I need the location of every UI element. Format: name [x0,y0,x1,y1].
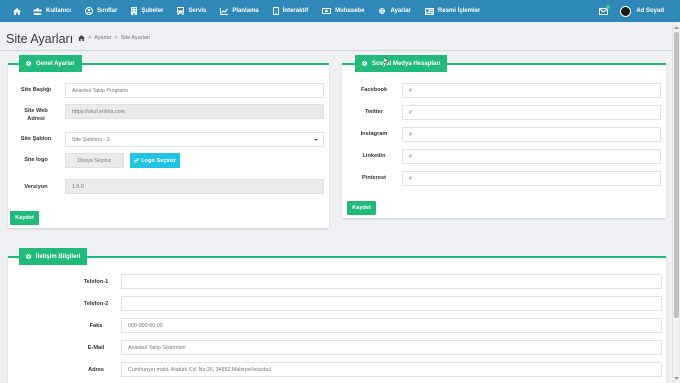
facebook-label: Facebook [360,87,388,93]
facebook-input[interactable]: # [402,83,661,98]
chart-line-icon [220,7,229,15]
messages-button[interactable] [596,4,611,18]
address-input[interactable]: Cumhuriyet mahi, Atatürk Cd. No:26, 3485… [121,362,662,377]
nav-label: Resmi İşlemler [437,8,481,14]
panel-title: Genel Ayarlar [36,60,75,67]
breadcrumb-separator: > [114,35,118,41]
building-icon [131,7,138,15]
breadcrumb: > Ayarlar > Site Ayarları [78,35,150,41]
nav-item-resmi-islemler[interactable]: Resmi İşlemler [418,0,487,22]
label-line: Site Web [24,108,48,114]
version-input[interactable]: 1.5.0 [65,179,324,194]
scroll-thumb[interactable] [674,32,679,318]
nav-item-servis[interactable]: Servis [170,0,213,22]
panel-title: İletişim Bilgileri [36,253,81,260]
nav-label: Planlama [232,8,259,14]
nav-item-planlama[interactable]: Planlama [213,0,265,22]
chevron-down-icon [314,139,318,141]
nav-label: Ayarlar [390,8,411,14]
template-select[interactable]: Site Şablonu - 2 [65,132,324,147]
top-navbar: Kullanıcı Sınıflar Şubeler Servis Planla… [0,0,680,22]
nav-label: İnteraktif [282,8,309,14]
pinterest-input[interactable]: # [402,171,661,186]
select-value: Site Şablonu - 2 [72,136,110,143]
phone2-input[interactable] [121,296,662,311]
card-icon [424,7,434,15]
contact-info-header: İletişim Bilgileri [19,248,88,265]
general-save-button[interactable]: Kaydet [10,211,39,225]
user-circle-icon [85,7,94,15]
social-media-panel: Sosyal Medya Hesapları Facebook # Twitte… [342,55,666,218]
user-name[interactable]: Ad Soyad [636,8,664,14]
tablet-icon [272,7,279,15]
money-icon [322,8,332,14]
instagram-label: Instagram [360,131,388,137]
nav-label: Servis [188,8,207,14]
gear-icon [379,7,386,15]
gear-icon [361,60,368,67]
version-label: Versiyon [24,184,48,190]
button-label: Logo Seçiniz [141,157,176,164]
social-media-header: Sosyal Medya Hesapları [355,55,448,72]
site-address-input[interactable]: https://okul.entirla.com [65,104,324,119]
page-title: Site Ayarları [6,32,74,46]
nav-item-muhasebe[interactable]: Muhasebe [315,0,371,22]
triangle-up-icon [674,25,679,29]
nav-item-subeler[interactable]: Şubeler [124,0,170,22]
triangle-down-icon [674,376,679,380]
phone1-input[interactable] [121,274,662,289]
label-line: Adresi [27,116,45,122]
gear-icon [25,253,32,260]
nav-label: Şubeler [141,8,164,14]
page-scrollbar[interactable] [672,22,680,383]
nav-item-siniflar[interactable]: Sınıflar [78,0,124,22]
twitter-input[interactable]: # [402,105,661,120]
fax-input[interactable]: 000-000-00-00 [121,318,662,333]
bus-icon [177,7,185,15]
home-icon[interactable] [78,35,85,41]
breadcrumb-item-ayarlar[interactable]: Ayarlar [94,35,111,41]
page-divider [0,50,672,51]
nav-user-area: Ad Soyad [596,0,680,22]
scroll-up-arrow[interactable] [673,23,680,31]
avatar[interactable] [620,5,632,17]
site-title-label: Site Başlığı [20,87,52,93]
home-nav-button[interactable] [8,0,26,22]
scroll-down-arrow[interactable] [673,374,680,382]
panel-title: Sosyal Medya Hesapları [372,60,441,67]
template-label: Site Şablon [20,136,52,142]
link-icon [134,158,140,163]
nav-item-interaktif[interactable]: İnteraktif [266,0,315,22]
home-icon [13,7,21,15]
contact-info-panel: İletişim Bilgileri Telefon-1 Telefon-2 F… [8,248,666,383]
logo-select-button[interactable]: Logo Seçiniz [130,153,180,168]
nav-label: Sınıflar [97,8,118,14]
linkedin-label: Linkedin [362,153,386,159]
general-settings-panel: Genel Ayarlar Site Başlığı Anaokul Takip… [8,55,329,228]
linkedin-input[interactable]: # [402,149,661,164]
gear-icon [25,60,32,67]
breadcrumb-item-current: Site Ayarları [120,35,151,41]
pinterest-label: Pinterest [362,175,386,181]
site-title-input[interactable]: Anaokul Takip Programı [65,83,324,98]
logo-label: Site logo [24,157,48,163]
users-icon [33,7,42,15]
nav-label: Muhasebe [335,8,365,14]
twitter-label: Twitter [365,109,383,115]
nav-item-ayarlar[interactable]: Ayarlar [371,0,417,22]
email-input[interactable]: Anaokul Takip Sistemleri [121,340,662,355]
notification-dot [606,5,611,9]
breadcrumb-separator: > [88,35,92,41]
nav-label: Kullanıcı [46,8,72,14]
site-address-label: Site Web Adresi [8,107,64,123]
logo-file-input[interactable]: Dosya Seçiniz [65,153,124,168]
mouse-cursor [384,57,389,64]
nav-item-kullanici[interactable]: Kullanıcı [26,0,78,22]
general-settings-header: Genel Ayarlar [19,55,82,72]
instagram-input[interactable]: # [402,127,661,142]
social-save-button[interactable]: Kaydet [347,201,376,215]
